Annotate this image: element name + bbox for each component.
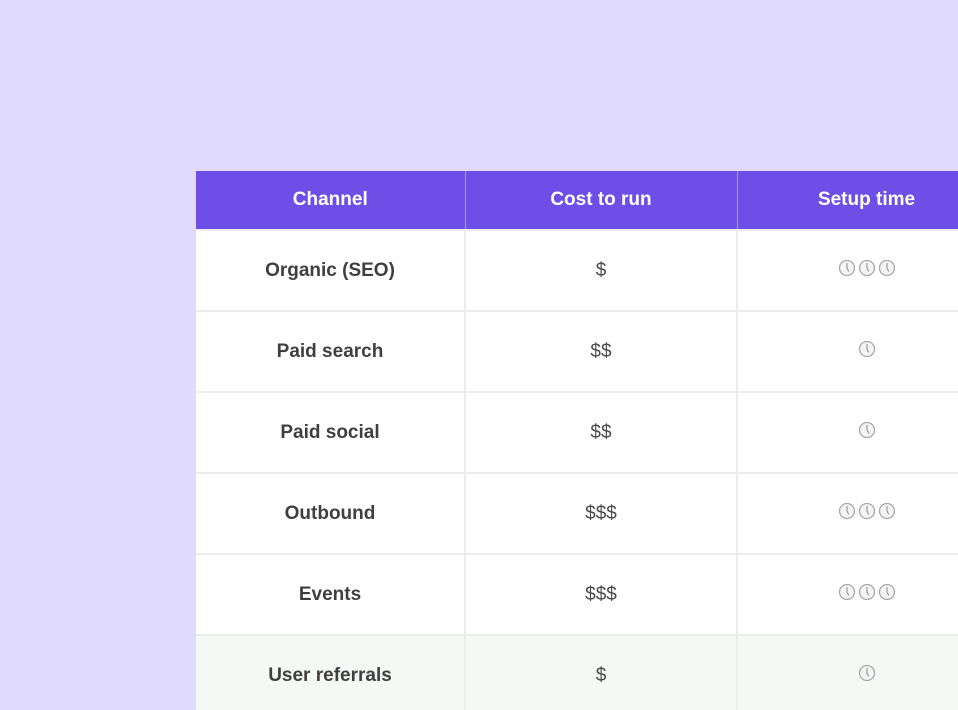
clock-icon: [858, 259, 875, 276]
table-row: User referrals $: [196, 634, 958, 710]
clock-icon: [878, 259, 895, 276]
header-setup-time: Setup time: [737, 171, 958, 230]
clock-icon: [878, 583, 895, 600]
cost-cell: $$: [465, 391, 738, 473]
cost-cell: $: [465, 229, 738, 311]
clock-icon: [838, 583, 855, 600]
header-cost-to-run: Cost to run: [465, 171, 738, 230]
channel-cell: Paid search: [196, 310, 466, 392]
setup-time-clocks: [838, 259, 896, 277]
table-header-row: Channel Cost to run Setup time: [196, 171, 958, 230]
setup-time-clocks: [858, 664, 876, 682]
table-row: Organic (SEO) $: [196, 229, 958, 311]
cost-cell: $$$: [465, 553, 738, 635]
clock-icon: [838, 259, 855, 276]
setup-time-clocks: [838, 583, 896, 601]
setup-time-cell: [737, 310, 958, 392]
table-row: Events $$$: [196, 553, 958, 635]
clock-icon: [858, 502, 875, 519]
setup-time-cell: [737, 391, 958, 473]
clock-icon: [878, 502, 895, 519]
channel-cell: User referrals: [196, 634, 466, 710]
setup-time-cell: [737, 553, 958, 635]
channel-table: Channel Cost to run Setup time Organic (…: [196, 171, 958, 710]
setup-time-cell: [737, 634, 958, 710]
setup-time-cell: [737, 472, 958, 554]
setup-time-cell: [737, 229, 958, 311]
clock-icon: [838, 502, 855, 519]
channel-cell: Outbound: [196, 472, 466, 554]
clock-icon: [858, 340, 875, 357]
channel-cell: Paid social: [196, 391, 466, 473]
channel-cell: Events: [196, 553, 466, 635]
clock-icon: [858, 421, 875, 438]
table-body: Organic (SEO) $ Paid search $$ Paid soci…: [196, 229, 958, 710]
setup-time-clocks: [838, 502, 896, 520]
channel-comparison-table: Channel Cost to run Setup time Organic (…: [196, 171, 958, 710]
table-row: Paid search $$: [196, 310, 958, 392]
table-row: Paid social $$: [196, 391, 958, 473]
cost-cell: $$$: [465, 472, 738, 554]
setup-time-clocks: [858, 421, 876, 439]
setup-time-clocks: [858, 340, 876, 358]
clock-icon: [858, 583, 875, 600]
channel-cell: Organic (SEO): [196, 229, 466, 311]
header-channel: Channel: [196, 171, 466, 230]
cost-cell: $$: [465, 310, 738, 392]
table-row: Outbound $$$: [196, 472, 958, 554]
clock-icon: [858, 664, 875, 681]
cost-cell: $: [465, 634, 738, 710]
